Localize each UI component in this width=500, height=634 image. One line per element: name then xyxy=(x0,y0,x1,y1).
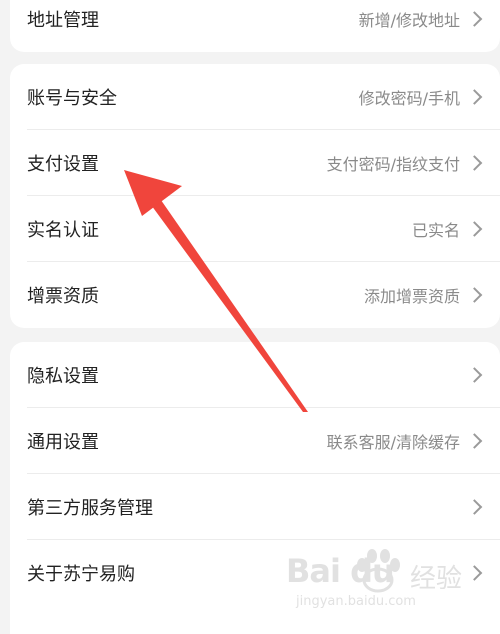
row-value: 已实名 xyxy=(411,221,460,240)
row-label: 第三方服务管理 xyxy=(27,498,153,519)
chevron-right-icon xyxy=(466,89,483,105)
row-value: 支付密码/指纹支付 xyxy=(326,155,460,174)
chevron-right-icon xyxy=(466,367,483,383)
row-label: 账号与安全 xyxy=(27,88,117,109)
row-label: 通用设置 xyxy=(27,432,99,453)
settings-row-address[interactable]: 地址管理 新增/修改地址 xyxy=(10,0,500,52)
account-group: 账号与安全 修改密码/手机 支付设置 支付密码/指纹支付 实名认证 已实名 增票… xyxy=(10,64,500,328)
row-value: 添加增票资质 xyxy=(363,287,460,306)
settings-row-general[interactable]: 通用设置 联系客服/清除缓存 xyxy=(10,408,500,474)
chevron-right-icon xyxy=(466,565,483,581)
row-value: 新增/修改地址 xyxy=(358,11,460,30)
settings-row-payment[interactable]: 支付设置 支付密码/指纹支付 xyxy=(10,130,500,196)
row-value: 联系客服/清除缓存 xyxy=(326,433,460,452)
chevron-right-icon xyxy=(466,287,483,303)
row-label: 隐私设置 xyxy=(27,366,99,387)
address-group: 地址管理 新增/修改地址 xyxy=(10,0,500,52)
chevron-right-icon xyxy=(466,11,483,27)
settings-row-account-security[interactable]: 账号与安全 修改密码/手机 xyxy=(10,64,500,130)
chevron-right-icon xyxy=(466,433,483,449)
settings-row-real-name[interactable]: 实名认证 已实名 xyxy=(10,196,500,262)
row-value: 修改密码/手机 xyxy=(358,89,460,108)
settings-row-about[interactable]: 关于苏宁易购 xyxy=(10,540,500,606)
general-group: 隐私设置 通用设置 联系客服/清除缓存 第三方服务管理 关于苏宁易购 xyxy=(10,342,500,634)
settings-row-privacy[interactable]: 隐私设置 xyxy=(10,342,500,408)
row-label: 地址管理 xyxy=(27,10,99,31)
chevron-right-icon xyxy=(466,499,483,515)
row-label: 关于苏宁易购 xyxy=(27,564,135,585)
settings-row-vat-invoice[interactable]: 增票资质 添加增票资质 xyxy=(10,262,500,328)
settings-row-third-party[interactable]: 第三方服务管理 xyxy=(10,474,500,540)
chevron-right-icon xyxy=(466,221,483,237)
row-label: 支付设置 xyxy=(27,154,99,175)
row-label: 增票资质 xyxy=(27,286,99,307)
chevron-right-icon xyxy=(466,155,483,171)
row-label: 实名认证 xyxy=(27,220,99,241)
